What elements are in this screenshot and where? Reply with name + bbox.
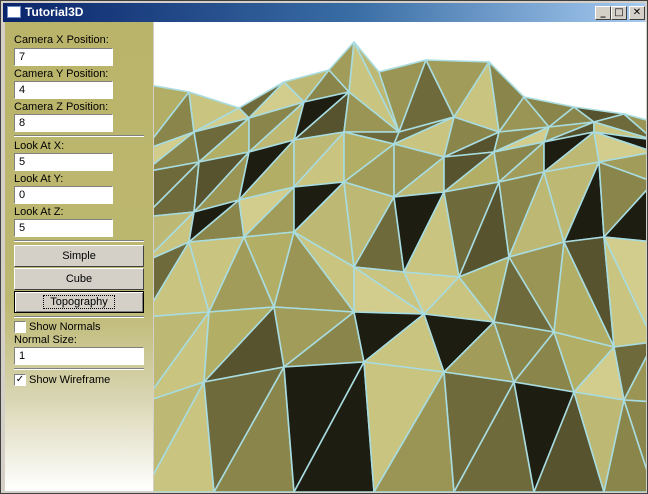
camera-y-input[interactable]: 4 [14, 81, 113, 99]
simple-button[interactable]: Simple [14, 245, 144, 267]
separator [14, 368, 144, 370]
topography-mesh [154, 22, 646, 492]
look-x-input[interactable]: 5 [14, 153, 113, 171]
camera-z-label: Camera Z Position: [14, 101, 109, 113]
normal-size-input[interactable]: 1 [14, 347, 144, 365]
cube-button[interactable]: Cube [14, 268, 144, 290]
show-normals-checkbox[interactable] [14, 321, 26, 333]
look-y-input[interactable]: 0 [14, 186, 113, 204]
normal-size-label: Normal Size: [14, 334, 77, 346]
camera-x-label: Camera X Position: [14, 34, 109, 46]
app-window: Tutorial3D _ □ ✕ Camera X Position: 7 Ca… [0, 0, 648, 494]
camera-y-label: Camera Y Position: [14, 68, 109, 80]
camera-z-input[interactable]: 8 [14, 114, 113, 132]
topography-label: Topography [43, 295, 115, 309]
maximize-button[interactable]: □ [611, 6, 627, 20]
look-y-label: Look At Y: [14, 173, 64, 185]
topography-button[interactable]: Topography [14, 291, 144, 313]
minimize-button[interactable]: _ [595, 6, 611, 20]
look-x-label: Look At X: [14, 140, 65, 152]
separator [14, 316, 144, 318]
show-normals-label[interactable]: Show Normals [29, 321, 101, 334]
title-bar[interactable]: Tutorial3D _ □ ✕ [3, 3, 645, 22]
render-viewport[interactable] [154, 22, 646, 492]
separator [14, 240, 144, 242]
control-panel: Camera X Position: 7 Camera Y Position: … [5, 22, 153, 491]
camera-x-input[interactable]: 7 [14, 48, 113, 66]
separator [14, 135, 144, 137]
look-z-input[interactable]: 5 [14, 219, 113, 237]
app-icon [7, 6, 21, 18]
look-z-label: Look At Z: [14, 206, 64, 218]
show-wireframe-label[interactable]: Show Wireframe [29, 374, 110, 387]
show-wireframe-checkbox[interactable]: ✓ [14, 374, 26, 386]
window-title: Tutorial3D [25, 5, 84, 19]
close-button[interactable]: ✕ [629, 6, 645, 20]
